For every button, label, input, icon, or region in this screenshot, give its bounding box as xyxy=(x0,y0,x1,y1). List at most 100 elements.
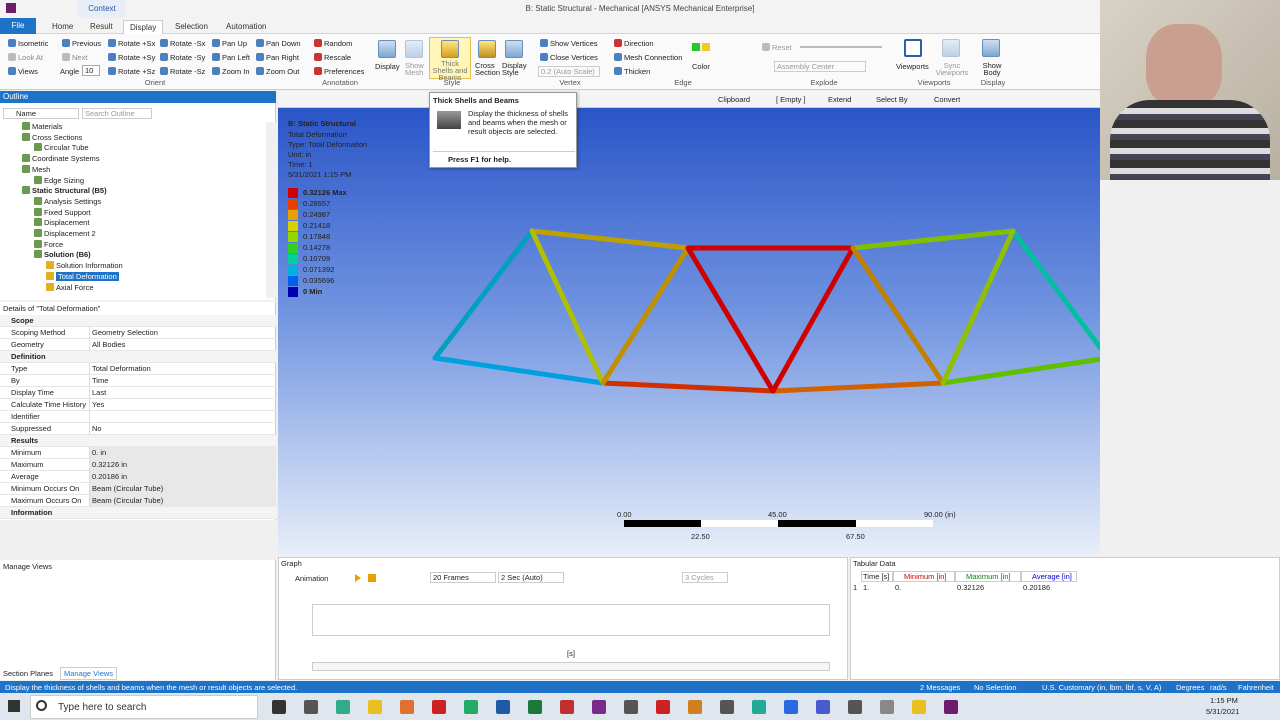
details-value[interactable] xyxy=(89,411,276,423)
color-green-icon[interactable] xyxy=(692,43,700,51)
taskbar-app-icon[interactable] xyxy=(656,700,670,714)
rotate-plus-sy-button[interactable]: Rotate +Sy xyxy=(108,53,155,62)
details-section[interactable]: Scope xyxy=(0,315,276,327)
duration-select[interactable]: 2 Sec (Auto) xyxy=(498,572,564,583)
select-by-menu[interactable]: Select By xyxy=(876,95,908,104)
details-row[interactable]: Type Total Deformation xyxy=(0,363,276,375)
outline-item[interactable]: Fixed Support xyxy=(34,207,91,217)
details-row[interactable]: Minimum Occurs On Beam (Circular Tube) xyxy=(0,483,276,495)
sync-viewports-icon[interactable] xyxy=(942,39,960,57)
tab-result[interactable]: Result xyxy=(84,20,119,34)
pan-down-button[interactable]: Pan Down xyxy=(256,39,301,48)
tab-home[interactable]: Home xyxy=(46,20,79,34)
rescale-button[interactable]: Rescale xyxy=(314,53,351,62)
show-mesh-icon[interactable] xyxy=(405,40,423,58)
graph-timeline[interactable] xyxy=(312,662,830,671)
play-icon[interactable] xyxy=(355,574,361,582)
taskbar-app-icon[interactable] xyxy=(944,700,958,714)
stop-icon[interactable] xyxy=(368,574,376,582)
details-value[interactable]: Yes xyxy=(89,399,276,411)
explode-slider[interactable] xyxy=(800,46,882,48)
rotate-minus-sx-button[interactable]: Rotate -Sx xyxy=(160,39,205,48)
outline-item[interactable]: Axial Force xyxy=(46,282,94,292)
status-degrees[interactable]: Degrees xyxy=(1176,683,1204,692)
outline-item[interactable]: Solution (B6) xyxy=(34,250,91,259)
taskbar-app-icon[interactable] xyxy=(624,700,638,714)
outline-item[interactable]: Displacement 2 xyxy=(34,229,96,238)
details-section[interactable]: Results xyxy=(0,435,276,447)
status-messages[interactable]: 2 Messages xyxy=(920,683,960,692)
thicken-button[interactable]: Thicken xyxy=(614,67,650,76)
taskbar-app-icon[interactable] xyxy=(336,700,350,714)
pan-right-button[interactable]: Pan Right xyxy=(256,53,299,62)
assembly-center-select[interactable]: Assembly Center xyxy=(774,61,866,72)
graph-plot-area[interactable] xyxy=(312,604,830,636)
show-vertices-button[interactable]: Show Vertices xyxy=(540,39,598,48)
taskbar-app-icon[interactable] xyxy=(816,700,830,714)
show-body-icon[interactable] xyxy=(982,39,1000,57)
outline-item[interactable]: Edge Sizing xyxy=(34,175,84,185)
tab-selection[interactable]: Selection xyxy=(169,20,214,34)
taskbar-app-icon[interactable] xyxy=(752,700,766,714)
random-button[interactable]: Random xyxy=(314,39,352,48)
tab-automation[interactable]: Automation xyxy=(220,20,272,34)
vertex-scale-select[interactable]: 0.2 (Auto Scale) xyxy=(538,66,600,77)
details-value[interactable]: 0.20186 in xyxy=(89,471,276,483)
details-value[interactable]: 0.32126 in xyxy=(89,459,276,471)
look-at-button[interactable]: Look At xyxy=(8,53,43,62)
next-button[interactable]: Next xyxy=(62,53,87,62)
outline-item[interactable]: Solution Information xyxy=(46,261,123,270)
details-section[interactable]: Information xyxy=(0,507,276,519)
taskbar-app-icon[interactable] xyxy=(368,700,382,714)
close-vertices-button[interactable]: Close Vertices xyxy=(540,53,598,62)
outline-name-column[interactable]: Name xyxy=(3,108,79,119)
taskbar-app-icon[interactable] xyxy=(784,700,798,714)
outline-item[interactable]: Total Deformation xyxy=(46,271,119,281)
outline-scrollbar[interactable] xyxy=(266,122,276,298)
preferences-button[interactable]: Preferences xyxy=(314,67,364,76)
extend-menu[interactable]: Extend xyxy=(828,95,851,104)
tab-file[interactable]: File xyxy=(0,18,36,34)
taskbar-app-icon[interactable] xyxy=(464,700,478,714)
outline-item[interactable]: Static Structural (B5) xyxy=(22,186,107,195)
isometric-button[interactable]: Isometric xyxy=(8,39,48,48)
details-row[interactable]: Minimum 0. in xyxy=(0,447,276,459)
taskbar-app-icon[interactable] xyxy=(432,700,446,714)
details-row[interactable]: Geometry All Bodies xyxy=(0,339,276,351)
taskbar-app-icon[interactable] xyxy=(880,700,894,714)
taskbar-app-icon[interactable] xyxy=(720,700,734,714)
display-cube-icon[interactable] xyxy=(378,40,396,58)
previous-button[interactable]: Previous xyxy=(62,39,101,48)
mesh-connection-button[interactable]: Mesh Connection xyxy=(614,53,682,62)
taskbar-app-icon[interactable] xyxy=(400,700,414,714)
windows-start-icon[interactable] xyxy=(8,700,20,712)
reset-button[interactable]: Reset xyxy=(762,43,792,52)
details-value[interactable]: Last xyxy=(89,387,276,399)
details-value[interactable]: Total Deformation xyxy=(89,363,276,375)
frames-select[interactable]: 20 Frames xyxy=(430,572,496,583)
details-row[interactable]: Calculate Time History Yes xyxy=(0,399,276,411)
tab-section-planes[interactable]: Section Planes xyxy=(3,669,53,678)
taskbar-app-icon[interactable] xyxy=(560,700,574,714)
col-minimum[interactable]: Minimum [in] xyxy=(893,571,955,582)
rotate-plus-sx-button[interactable]: Rotate +Sx xyxy=(108,39,155,48)
details-value[interactable]: Beam (Circular Tube) xyxy=(89,495,276,507)
outline-item[interactable]: Cross Sections xyxy=(22,132,82,142)
details-row[interactable]: Display Time Last xyxy=(0,387,276,399)
taskbar-app-icon[interactable] xyxy=(912,700,926,714)
color-yellow-icon[interactable] xyxy=(702,43,710,51)
details-value[interactable]: No xyxy=(89,423,276,435)
cross-section-icon[interactable] xyxy=(478,40,496,58)
details-row[interactable]: By Time xyxy=(0,375,276,387)
details-row[interactable]: Maximum Occurs On Beam (Circular Tube) xyxy=(0,495,276,507)
details-value[interactable]: 0. in xyxy=(89,447,276,459)
outline-search-input[interactable]: Search Outline xyxy=(82,108,152,119)
views-button[interactable]: Views xyxy=(8,67,38,76)
details-row[interactable]: Suppressed No xyxy=(0,423,276,435)
angle-input[interactable]: 10 xyxy=(82,65,100,76)
col-average[interactable]: Average [in] xyxy=(1021,571,1077,582)
outline-item[interactable]: Circular Tube xyxy=(34,143,89,152)
cycles-select[interactable]: 3 Cycles xyxy=(682,572,728,583)
outline-item[interactable]: Mesh xyxy=(22,164,50,174)
direction-button[interactable]: Direction xyxy=(614,39,654,48)
